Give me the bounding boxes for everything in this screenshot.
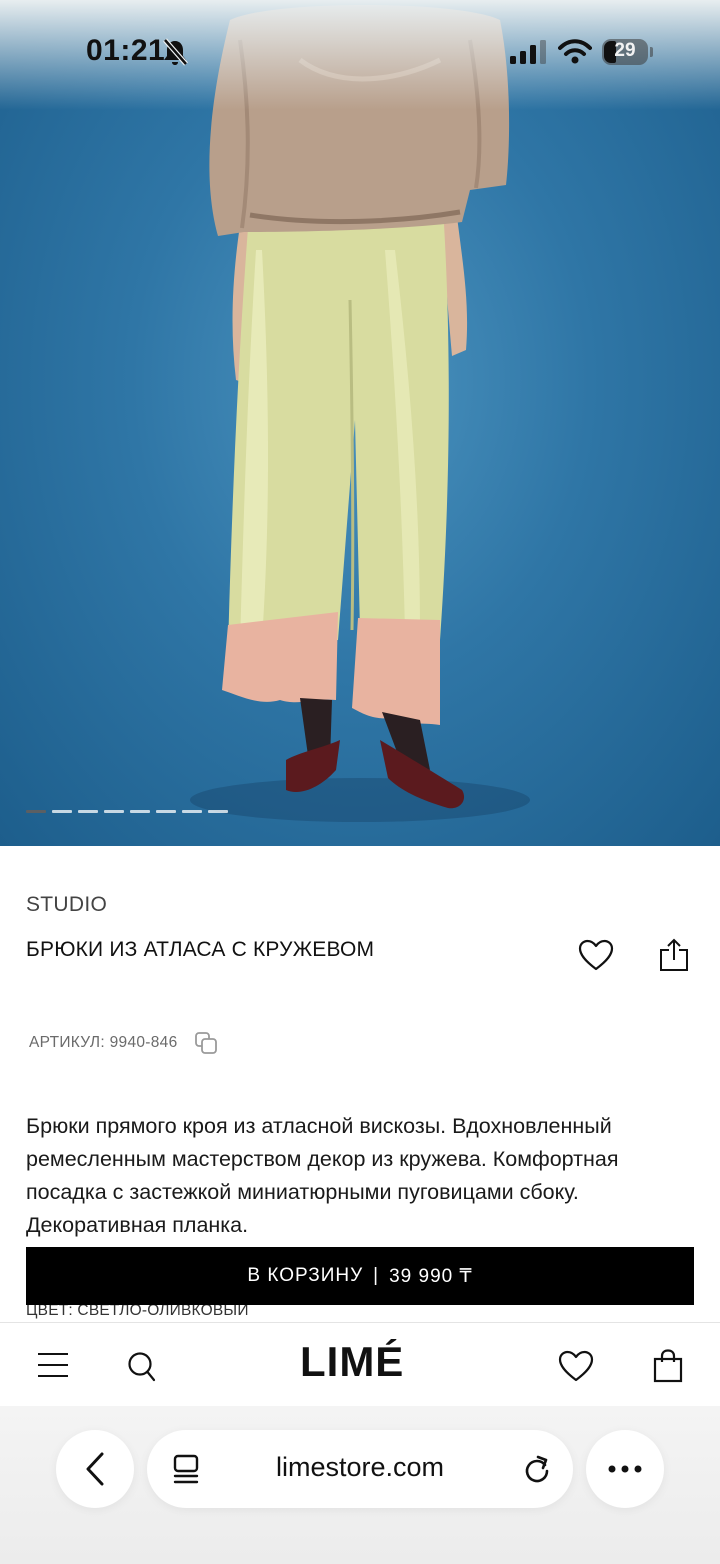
favorites-button[interactable] bbox=[554, 1345, 598, 1387]
carousel-dot[interactable] bbox=[182, 810, 202, 813]
cellular-signal-icon bbox=[510, 40, 546, 64]
battery-cap bbox=[650, 47, 653, 57]
reload-icon[interactable] bbox=[523, 1453, 551, 1485]
heart-icon bbox=[558, 1350, 594, 1382]
wifi-icon bbox=[558, 39, 592, 64]
product-brand[interactable]: STUDIO bbox=[26, 893, 107, 917]
url-text: limestore.com bbox=[275, 1452, 445, 1482]
battery-level: 29 bbox=[614, 40, 636, 61]
wishlist-button[interactable] bbox=[574, 934, 618, 976]
add-to-cart-button[interactable]: В КОРЗИНУ | 39 990 ₸ bbox=[26, 1247, 694, 1305]
carousel-dot[interactable] bbox=[208, 810, 228, 813]
copy-icon[interactable] bbox=[194, 1031, 218, 1055]
browser-more-button[interactable] bbox=[586, 1430, 664, 1508]
site-bottom-nav: LIMÉ bbox=[0, 1322, 720, 1406]
site-logo[interactable]: LIMÉ bbox=[300, 1338, 404, 1386]
cart-button-separator: | bbox=[373, 1265, 380, 1286]
search-button[interactable] bbox=[120, 1345, 164, 1389]
menu-button[interactable] bbox=[30, 1345, 76, 1385]
carousel-dot[interactable] bbox=[104, 810, 124, 813]
carousel-dot[interactable] bbox=[78, 810, 98, 813]
cart-button-label: В КОРЗИНУ bbox=[247, 1265, 364, 1286]
search-icon bbox=[128, 1352, 156, 1382]
carousel-indicator[interactable] bbox=[26, 810, 228, 813]
share-icon bbox=[660, 938, 688, 971]
status-bar: 01:21 29 bbox=[0, 0, 720, 104]
menu-icon bbox=[38, 1353, 68, 1377]
browser-toolbar: limestore.com bbox=[0, 1406, 720, 1564]
carousel-dot[interactable] bbox=[130, 810, 150, 813]
battery-icon: 29 bbox=[602, 39, 648, 65]
status-time: 01:21 bbox=[86, 34, 166, 67]
carousel-dot[interactable] bbox=[26, 810, 46, 813]
shopping-bag-icon bbox=[653, 1349, 683, 1383]
product-title: БРЮКИ ИЗ АТЛАСА С КРУЖЕВОМ bbox=[26, 938, 375, 961]
product-sku: АРТИКУЛ: 9940-846 bbox=[29, 1034, 178, 1051]
carousel-dot[interactable] bbox=[156, 810, 176, 813]
product-photo-illustration bbox=[190, 5, 530, 822]
cart-button[interactable] bbox=[646, 1343, 690, 1389]
heart-icon bbox=[578, 939, 614, 971]
bell-slash-icon bbox=[163, 38, 188, 66]
carousel-dot[interactable] bbox=[52, 810, 72, 813]
product-description: Брюки прямого кроя из атласной вискозы. … bbox=[26, 1114, 619, 1237]
back-icon bbox=[86, 1452, 104, 1486]
browser-back-button[interactable] bbox=[56, 1430, 134, 1508]
share-button[interactable] bbox=[654, 934, 694, 976]
product-image[interactable] bbox=[0, 0, 720, 846]
more-icon bbox=[608, 1465, 642, 1473]
cart-button-price: 39 990 ₸ bbox=[389, 1265, 473, 1287]
address-bar[interactable]: limestore.com bbox=[147, 1430, 573, 1508]
